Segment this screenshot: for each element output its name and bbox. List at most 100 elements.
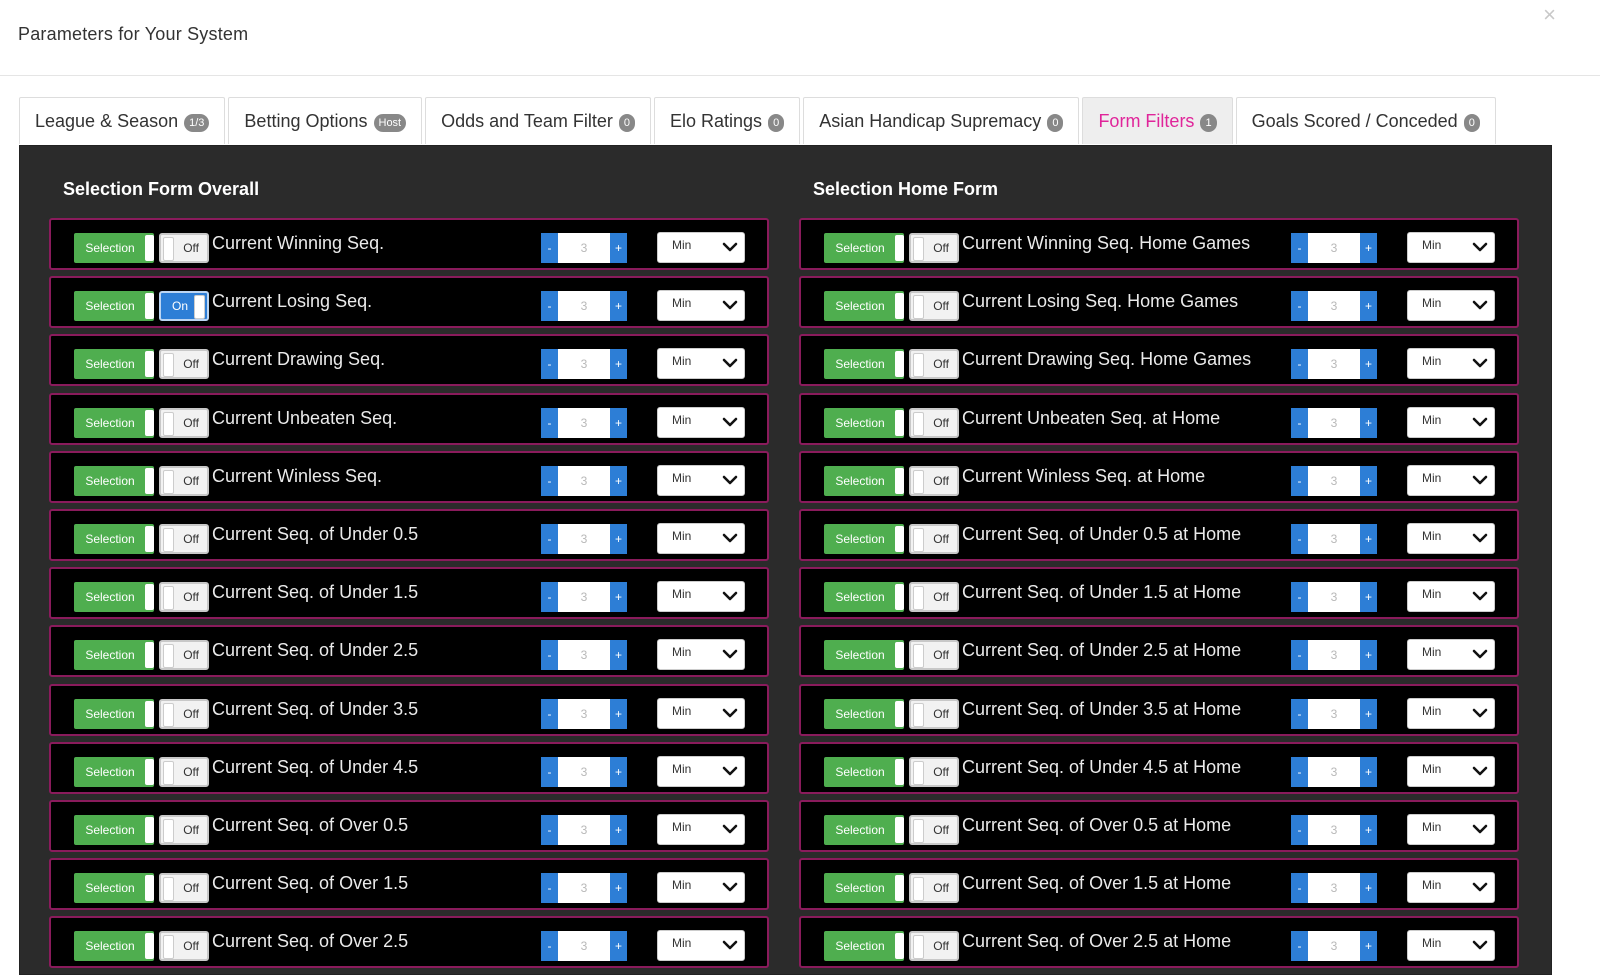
toggle-switch[interactable]: Off [159,698,209,729]
increment-button[interactable]: + [610,349,627,380]
min-max-select[interactable]: Min [1407,697,1495,729]
increment-button[interactable]: + [610,291,627,322]
decrement-button[interactable]: - [541,582,558,613]
min-max-select[interactable]: Min [657,523,745,554]
increment-button[interactable]: + [1360,524,1377,554]
decrement-button[interactable]: - [1291,873,1308,904]
increment-button[interactable]: + [1360,756,1377,787]
stepper-value[interactable]: 3 [1308,291,1360,322]
decrement-button[interactable]: - [541,931,558,962]
stepper-value[interactable]: 3 [1308,931,1360,962]
selection-button[interactable]: Selection [824,291,904,322]
tab-goals-scored-conceded[interactable]: Goals Scored / Conceded 0 [1235,97,1496,144]
selection-button[interactable]: Selection [74,698,154,729]
increment-button[interactable]: + [1360,698,1377,729]
selection-button[interactable]: Selection [824,756,904,787]
increment-button[interactable]: + [1360,815,1377,845]
stepper-value[interactable]: 3 [1308,815,1360,845]
increment-button[interactable]: + [610,698,627,729]
min-max-select[interactable]: Min [1407,290,1495,322]
increment-button[interactable]: + [610,582,627,613]
stepper-value[interactable]: 3 [1308,524,1360,554]
selection-button[interactable]: Selection [74,873,154,904]
selection-button[interactable]: Selection [74,465,154,496]
decrement-button[interactable]: - [1291,756,1308,787]
min-max-select[interactable]: Min [1407,639,1495,671]
min-max-select[interactable]: Min [657,464,745,496]
stepper-value[interactable]: 3 [558,291,610,322]
toggle-switch[interactable]: Off [159,524,209,554]
min-max-select[interactable]: Min [1407,872,1495,904]
toggle-switch[interactable]: Off [159,349,209,380]
stepper-value[interactable]: 3 [1308,873,1360,904]
toggle-switch[interactable]: On [159,291,209,322]
min-max-select[interactable]: Min [1407,406,1495,438]
tab-betting-options[interactable]: Betting Options Host [228,97,423,144]
toggle-switch[interactable]: Off [909,524,959,554]
min-max-select[interactable]: Min [657,290,745,322]
toggle-switch[interactable]: Off [159,465,209,496]
stepper-value[interactable]: 3 [558,640,610,671]
toggle-switch[interactable]: Off [159,756,209,787]
increment-button[interactable]: + [610,931,627,962]
stepper-value[interactable]: 3 [558,873,610,904]
tab-odds-team-filter[interactable]: Odds and Team Filter 0 [425,97,651,144]
selection-button[interactable]: Selection [824,407,904,438]
selection-button[interactable]: Selection [824,640,904,671]
stepper-value[interactable]: 3 [1308,465,1360,496]
stepper-value[interactable]: 3 [1308,407,1360,438]
min-max-select[interactable]: Min [657,232,745,263]
min-max-select[interactable]: Min [657,581,745,613]
toggle-switch[interactable]: Off [909,873,959,904]
increment-button[interactable]: + [610,465,627,496]
toggle-switch[interactable]: Off [159,582,209,613]
increment-button[interactable]: + [1360,582,1377,613]
increment-button[interactable]: + [1360,465,1377,496]
decrement-button[interactable]: - [541,640,558,671]
selection-button[interactable]: Selection [824,524,904,554]
tab-form-filters[interactable]: Form Filters 1 [1082,97,1233,144]
min-max-select[interactable]: Min [657,755,745,787]
toggle-switch[interactable]: Off [159,815,209,845]
stepper-value[interactable]: 3 [1308,582,1360,613]
selection-button[interactable]: Selection [824,465,904,496]
selection-button[interactable]: Selection [74,815,154,845]
increment-button[interactable]: + [610,233,627,263]
decrement-button[interactable]: - [541,524,558,554]
decrement-button[interactable]: - [1291,465,1308,496]
decrement-button[interactable]: - [1291,931,1308,962]
toggle-switch[interactable]: Off [909,349,959,380]
stepper-value[interactable]: 3 [558,582,610,613]
selection-button[interactable]: Selection [824,349,904,380]
min-max-select[interactable]: Min [657,697,745,729]
close-icon[interactable]: × [1543,2,1556,28]
increment-button[interactable]: + [610,524,627,554]
selection-button[interactable]: Selection [824,582,904,613]
decrement-button[interactable]: - [1291,815,1308,845]
min-max-select[interactable]: Min [657,639,745,671]
stepper-value[interactable]: 3 [1308,640,1360,671]
stepper-value[interactable]: 3 [558,815,610,845]
tab-league-season[interactable]: League & Season 1/3 [19,97,226,144]
toggle-switch[interactable]: Off [159,407,209,438]
tab-asian-handicap[interactable]: Asian Handicap Supremacy 0 [803,97,1080,144]
increment-button[interactable]: + [1360,407,1377,438]
toggle-switch[interactable]: Off [909,582,959,613]
decrement-button[interactable]: - [541,233,558,263]
stepper-value[interactable]: 3 [558,931,610,962]
selection-button[interactable]: Selection [74,349,154,380]
toggle-switch[interactable]: Off [909,233,959,263]
selection-button[interactable]: Selection [74,640,154,671]
selection-button[interactable]: Selection [74,291,154,322]
min-max-select[interactable]: Min [657,814,745,845]
toggle-switch[interactable]: Off [909,640,959,671]
stepper-value[interactable]: 3 [558,465,610,496]
decrement-button[interactable]: - [1291,582,1308,613]
increment-button[interactable]: + [610,756,627,787]
toggle-switch[interactable]: Off [909,291,959,322]
decrement-button[interactable]: - [1291,233,1308,263]
min-max-select[interactable]: Min [657,930,745,962]
min-max-select[interactable]: Min [657,406,745,438]
increment-button[interactable]: + [1360,233,1377,263]
min-max-select[interactable]: Min [1407,464,1495,496]
